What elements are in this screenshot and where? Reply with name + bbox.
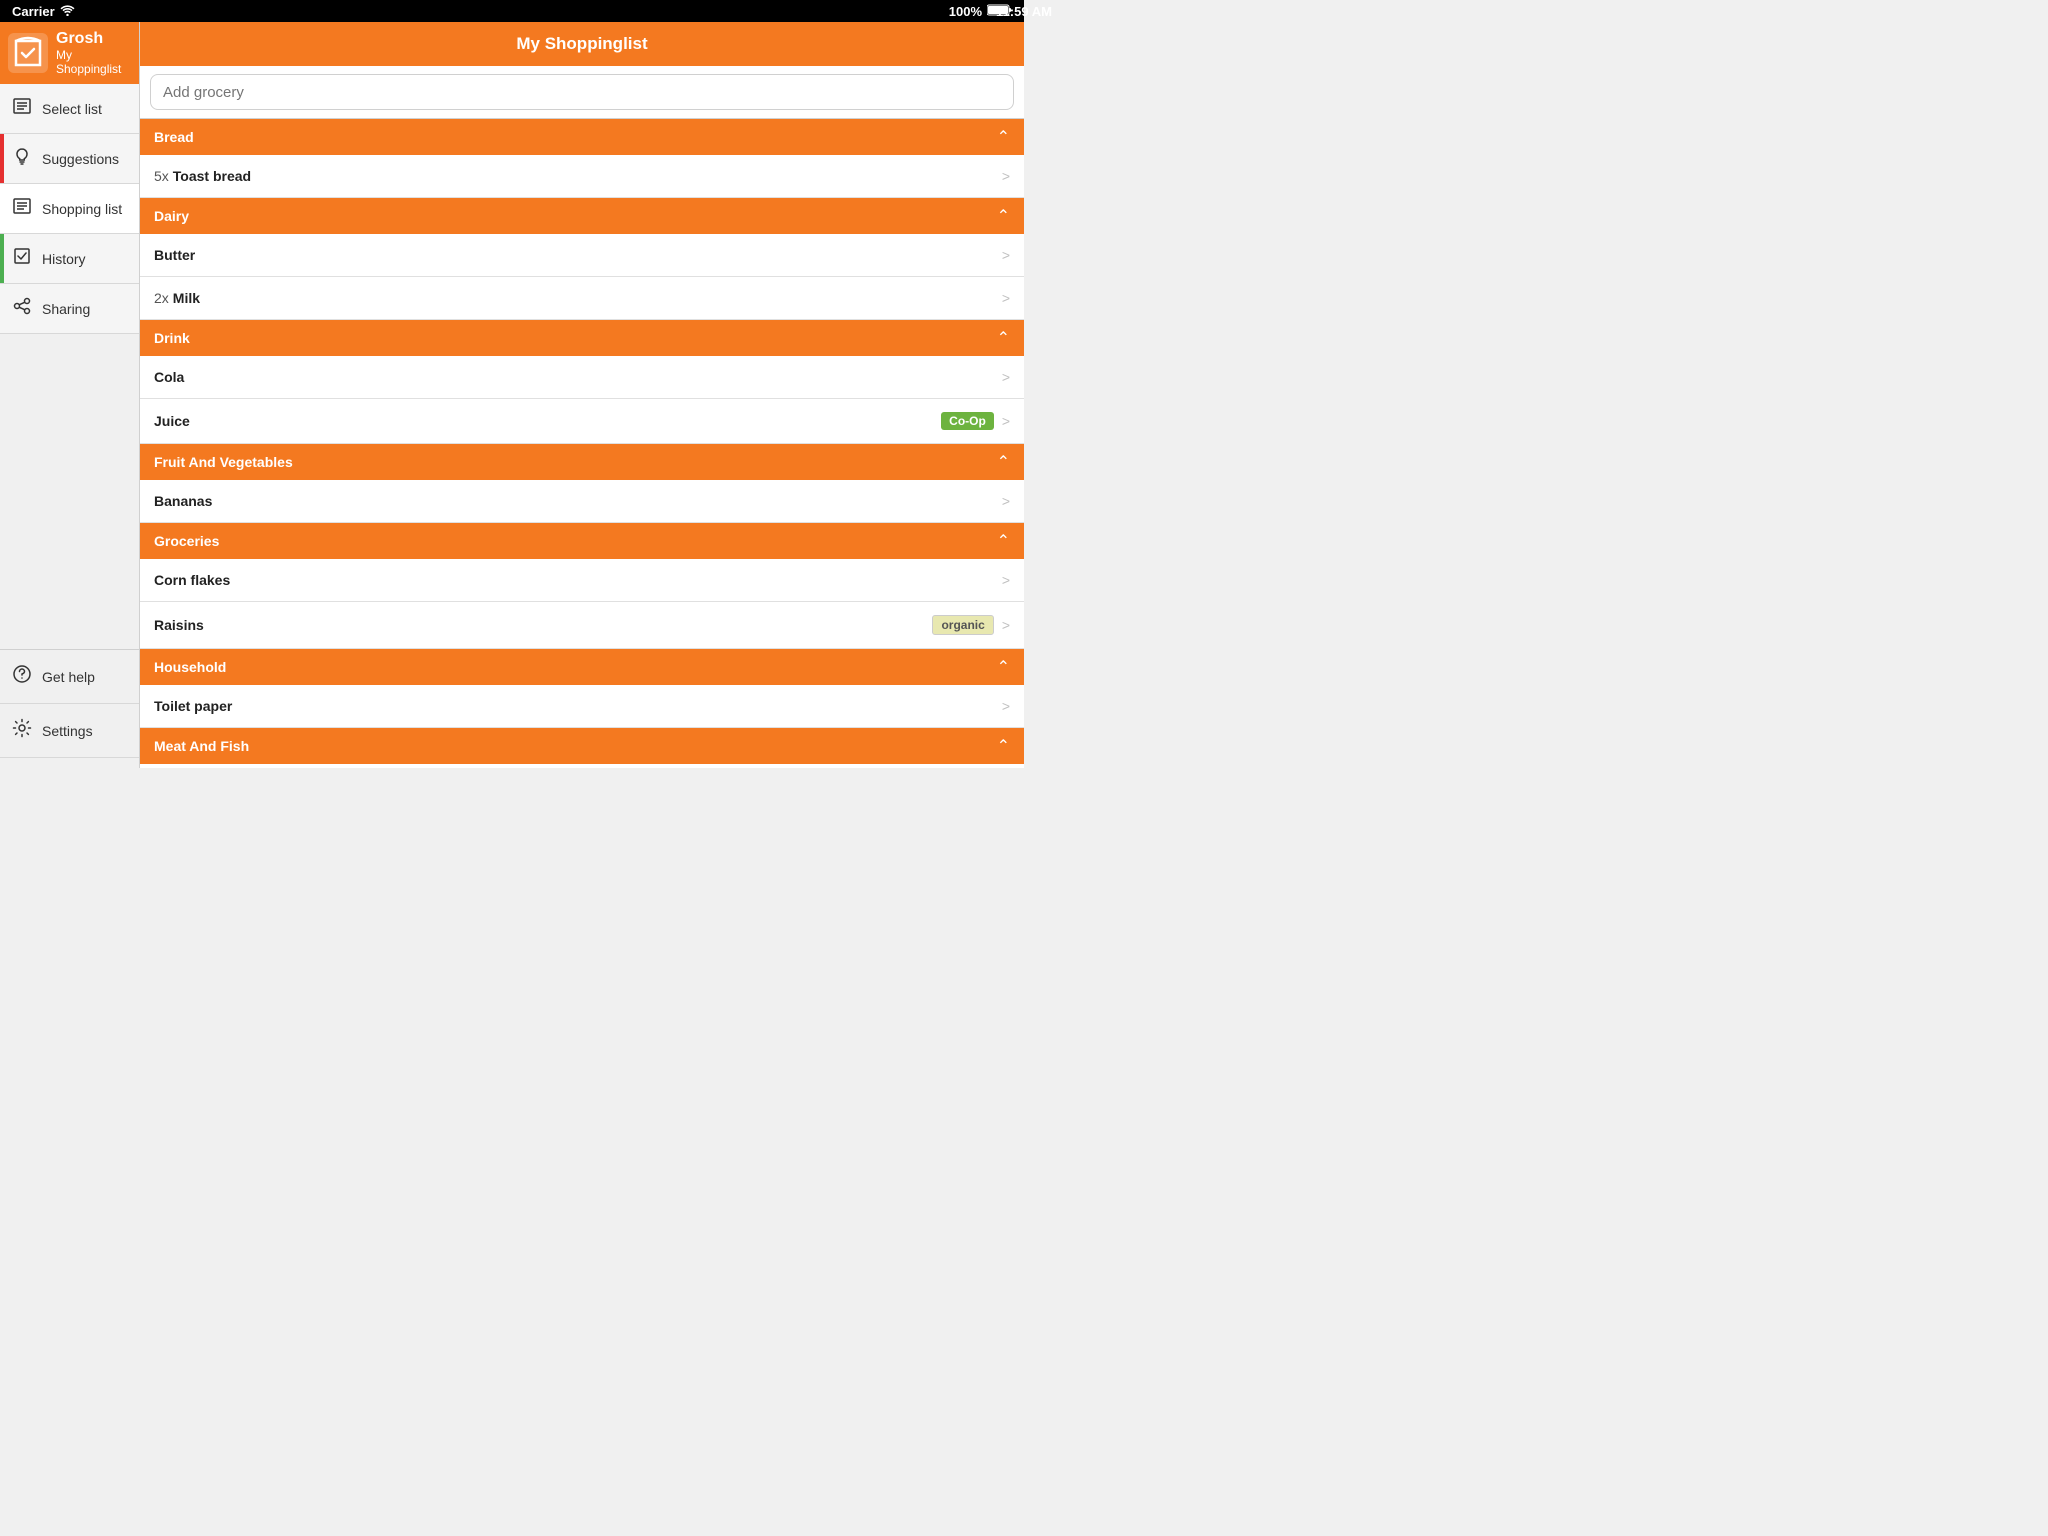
main-header: My Shoppinglist xyxy=(140,22,1024,66)
sidebar-header: Grosh My Shoppinglist xyxy=(0,22,139,84)
toast-bread-quantity: 5x xyxy=(154,168,169,184)
category-header-meat-fish[interactable]: Meat And Fish ⌃ xyxy=(140,728,1024,764)
wifi-icon xyxy=(60,4,75,19)
list-item-cola[interactable]: Cola > xyxy=(140,356,1024,399)
time-display: 11:59 AM xyxy=(996,4,1052,19)
toilet-paper-chevron-icon: > xyxy=(1002,698,1010,714)
history-indicator xyxy=(0,234,4,283)
get-help-item[interactable]: Get help xyxy=(0,650,139,704)
carrier-label: Carrier xyxy=(12,4,55,19)
milk-quantity: 2x xyxy=(154,290,169,306)
list-item-corn-flakes[interactable]: Corn flakes > xyxy=(140,559,1024,602)
household-chevron-icon: ⌃ xyxy=(997,657,1010,677)
status-bar: Carrier 11:59 AM 100% xyxy=(0,0,1024,22)
corn-flakes-chevron-icon: > xyxy=(1002,572,1010,588)
list-item-bananas[interactable]: Bananas > xyxy=(140,480,1024,523)
list-item-juice[interactable]: Juice Co-Op > xyxy=(140,399,1024,444)
toast-bread-chevron-icon: > xyxy=(1002,168,1010,184)
sidebar-item-history-label: History xyxy=(42,251,86,267)
category-title-drink: Drink xyxy=(154,330,190,346)
app-name: Grosh xyxy=(56,30,131,48)
juice-chevron-icon: > xyxy=(1002,413,1010,429)
sidebar-item-history[interactable]: History xyxy=(0,234,139,284)
sidebar-item-shopping-list-label: Shopping list xyxy=(42,201,122,217)
sidebar-item-suggestions-label: Suggestions xyxy=(42,151,119,167)
drink-chevron-icon: ⌃ xyxy=(997,328,1010,348)
sidebar: Grosh My Shoppinglist Select list xyxy=(0,22,140,768)
milk-chevron-icon: > xyxy=(1002,290,1010,306)
sidebar-bottom: Get help Settings xyxy=(0,649,139,768)
help-icon xyxy=(12,664,32,689)
groceries-chevron-icon: ⌃ xyxy=(997,531,1010,551)
share-icon xyxy=(12,296,32,321)
dairy-chevron-icon: ⌃ xyxy=(997,206,1010,226)
status-bar-left: Carrier xyxy=(12,4,75,19)
category-title-groceries: Groceries xyxy=(154,533,219,549)
lightbulb-icon xyxy=(12,146,32,171)
list-icon xyxy=(12,96,32,121)
list-item-toast-bread[interactable]: 5x Toast bread > xyxy=(140,155,1024,198)
list-item-milk[interactable]: 2x Milk > xyxy=(140,277,1024,320)
raisins-chevron-icon: > xyxy=(1002,617,1010,633)
sidebar-nav: Select list Suggestions xyxy=(0,84,139,649)
suggestions-indicator xyxy=(0,134,4,183)
bananas-chevron-icon: > xyxy=(1002,493,1010,509)
fruit-veg-chevron-icon: ⌃ xyxy=(997,452,1010,472)
shopping-list-icon xyxy=(12,196,32,221)
get-help-label: Get help xyxy=(42,669,95,685)
main-title: My Shoppinglist xyxy=(516,34,647,54)
settings-item[interactable]: Settings xyxy=(0,704,139,758)
category-title-bread: Bread xyxy=(154,129,194,145)
category-header-groceries[interactable]: Groceries ⌃ xyxy=(140,523,1024,559)
toilet-paper-name: Toilet paper xyxy=(154,698,232,714)
add-grocery-input[interactable] xyxy=(150,74,1014,110)
list-item-toilet-paper[interactable]: Toilet paper > xyxy=(140,685,1024,728)
sidebar-item-shopping-list[interactable]: Shopping list xyxy=(0,184,139,234)
butter-name: Butter xyxy=(154,247,195,263)
category-title-fruit-vegetables: Fruit And Vegetables xyxy=(154,454,293,470)
category-header-household[interactable]: Household ⌃ xyxy=(140,649,1024,685)
settings-label: Settings xyxy=(42,723,93,739)
bread-chevron-icon: ⌃ xyxy=(997,127,1010,147)
cola-name: Cola xyxy=(154,369,184,385)
category-title-dairy: Dairy xyxy=(154,208,189,224)
history-icon xyxy=(12,246,32,271)
corn-flakes-name: Corn flakes xyxy=(154,572,230,588)
list-item-raisins[interactable]: Raisins organic > xyxy=(140,602,1024,649)
category-header-bread[interactable]: Bread ⌃ xyxy=(140,119,1024,155)
list-item-butter[interactable]: Butter > xyxy=(140,234,1024,277)
category-header-dairy[interactable]: Dairy ⌃ xyxy=(140,198,1024,234)
shopping-list: Bread ⌃ 5x Toast bread > Dairy ⌃ Butter xyxy=(140,119,1024,768)
status-bar-center: 11:59 AM xyxy=(996,4,1052,19)
juice-name: Juice xyxy=(154,413,190,429)
settings-icon xyxy=(12,718,32,743)
sidebar-item-sharing[interactable]: Sharing xyxy=(0,284,139,334)
battery-label: 100% xyxy=(949,4,982,19)
sidebar-item-sharing-label: Sharing xyxy=(42,301,90,317)
category-title-household: Household xyxy=(154,659,226,675)
toast-bread-name: Toast bread xyxy=(173,168,251,184)
category-header-drink[interactable]: Drink ⌃ xyxy=(140,320,1024,356)
raisins-name: Raisins xyxy=(154,617,204,633)
list-name: My Shoppinglist xyxy=(56,48,131,76)
bananas-name: Bananas xyxy=(154,493,212,509)
meat-fish-chevron-icon: ⌃ xyxy=(997,736,1010,756)
sidebar-item-suggestions[interactable]: Suggestions xyxy=(0,134,139,184)
sidebar-header-text: Grosh My Shoppinglist xyxy=(56,30,131,76)
app-container: Grosh My Shoppinglist Select list xyxy=(0,22,1024,768)
main-content: My Shoppinglist Bread ⌃ 5x Toast bread > xyxy=(140,22,1024,768)
app-logo xyxy=(8,33,48,73)
butter-chevron-icon: > xyxy=(1002,247,1010,263)
sidebar-item-select-list-label: Select list xyxy=(42,101,102,117)
list-item-chicken[interactable]: Chicken > xyxy=(140,764,1024,768)
search-bar-container xyxy=(140,66,1024,119)
category-title-meat-fish: Meat And Fish xyxy=(154,738,249,754)
juice-coop-tag: Co-Op xyxy=(941,412,994,430)
category-header-fruit-vegetables[interactable]: Fruit And Vegetables ⌃ xyxy=(140,444,1024,480)
sidebar-item-select-list[interactable]: Select list xyxy=(0,84,139,134)
raisins-organic-tag: organic xyxy=(932,615,993,635)
cola-chevron-icon: > xyxy=(1002,369,1010,385)
milk-name: Milk xyxy=(173,290,200,306)
